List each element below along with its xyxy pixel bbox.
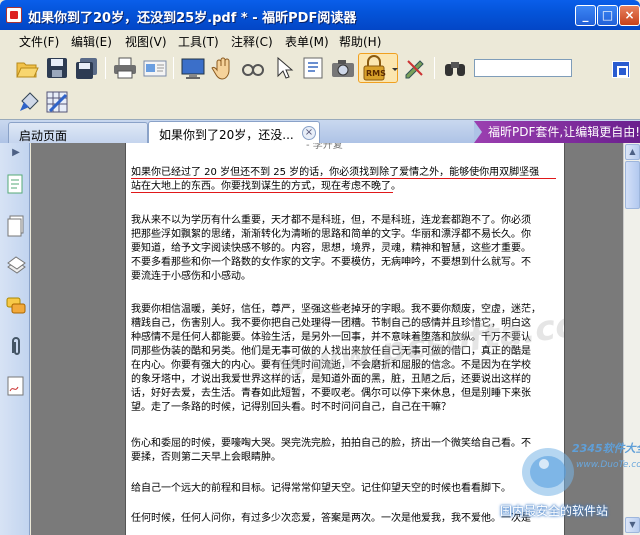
menu-help[interactable]: 帮助(H)	[339, 33, 381, 50]
promo-banner[interactable]: 福昕PDF套件,让编辑更自由!	[474, 121, 640, 143]
text-annotation[interactable]: 如果你已经过了 20 岁但还不到 25 岁的话，你必须找到除了爱情之外，能够使你…	[131, 167, 563, 197]
logo-url: www.DuoTe.com	[576, 460, 640, 470]
text-line: 望。走了一条路的时候，记得别回头看。时不时问问自己，自己在干嘛？	[131, 402, 451, 413]
menu-bar: 文件(F) 编辑(E) 视图(V) 工具(T) 注释(C) 表单(M) 帮助(H…	[0, 30, 640, 78]
page-thumbnails-icon[interactable]	[6, 173, 26, 195]
window-title: 如果你到了20岁，还没到25岁.pdf * - 福昕PDF阅读器	[28, 11, 357, 26]
text-line: 不要多看那些和你一个路数的女作家的文字。不要模仿，无病呻吟，不要想到什么就写。不	[131, 257, 531, 268]
document-tab-bar: 启动页面 如果你到了20岁，还没... × 福昕PDF套件,让编辑更自由!	[0, 119, 640, 144]
app-window: 如果你到了20岁，还没到25岁.pdf * - 福昕PDF阅读器 _ □ × 文…	[0, 0, 640, 535]
pages-icon[interactable]	[6, 215, 26, 237]
grid-pattern-icon[interactable]	[44, 89, 70, 115]
text-line: 我从来不以为学历有什么重要，天才都不是科班，但，不是科班，连龙套都跑不了。你必须	[131, 215, 531, 226]
menu-file[interactable]: 文件(F)	[19, 33, 59, 50]
secondary-toolbar	[0, 86, 640, 118]
tab-document-label: 如果你到了20岁，还没...	[159, 128, 294, 142]
pdf-page: - 李开复 如果你已经过了 20 岁但还不到 25 岁的话，你必须找到除了爱情之…	[125, 143, 565, 535]
select-arrow-icon[interactable]	[270, 55, 296, 81]
text-line: 话，好好去爱，去生活。青春如此短暂，不要叹老。偶尔可以停下来休息，但是别睡下来张	[131, 388, 531, 399]
sign-pen-icon[interactable]	[402, 55, 428, 81]
menu-view[interactable]: 视图(V)	[125, 33, 167, 50]
close-button[interactable]: ×	[619, 5, 640, 26]
text-line: 要揉，否则第二天早上会眼睛肿。	[131, 452, 281, 463]
print-icon[interactable]	[112, 55, 138, 81]
header-fragment: - 李开复	[306, 143, 343, 151]
attachments-paperclip-icon[interactable]	[6, 335, 26, 357]
binoculars-search-icon[interactable]	[442, 55, 468, 81]
logo-brand: 2345软件大全	[572, 442, 640, 455]
close-tab-icon[interactable]: ×	[302, 126, 316, 140]
pdf-app-icon[interactable]	[6, 7, 22, 23]
menu-comment[interactable]: 注释(C)	[231, 33, 273, 50]
email-icon[interactable]	[142, 55, 168, 81]
text-line: 要知道，给予文字阅读快感不够的。内容，思想，境界，灵魂，精神和智慧，这些才重要。	[131, 243, 531, 254]
text-line: 任何时候，任何人问你，有过多少次恋爱，答案是两次。一次是他爱我，我不爱他。一次是	[131, 513, 531, 524]
logo-slogan: 国内最安全的软件站	[500, 504, 609, 518]
fill-bucket-icon[interactable]	[16, 89, 42, 115]
rms-lock-button[interactable]: RMS	[358, 53, 398, 83]
main-toolbar: RMS	[0, 51, 640, 85]
title-bar[interactable]: 如果你到了20岁，还没到25岁.pdf * - 福昕PDF阅读器 _ □ ×	[0, 0, 640, 30]
minimize-button[interactable]: _	[575, 5, 596, 26]
hand-tool-icon[interactable]	[210, 55, 236, 81]
panel-expand-arrow-icon[interactable]: ▶	[6, 147, 26, 169]
tab-start-page-label: 启动页面	[19, 129, 68, 143]
menu-tools[interactable]: 工具(T)	[178, 33, 219, 50]
maximize-button[interactable]: □	[597, 5, 618, 26]
zoom-glasses-icon[interactable]	[240, 55, 266, 81]
menu-edit[interactable]: 编辑(E)	[71, 33, 112, 50]
search-input[interactable]	[474, 59, 572, 77]
site-watermark-logo: 2345软件大全 www.DuoTe.com 国内最安全的软件站	[500, 432, 640, 532]
text-line: 伤心和委屈的时候，要嚎啕大哭。哭完洗完脸，拍拍自己的脸，挤出一个微笑给自己看。不	[131, 438, 531, 449]
scroll-up-arrow-icon[interactable]: ▲	[625, 144, 640, 160]
navigation-panel: ▶	[0, 143, 30, 535]
underline-mark	[131, 192, 393, 193]
text-line: 要流连于小感伤和小感动。	[131, 271, 251, 282]
signatures-icon[interactable]	[6, 375, 26, 397]
snapshot-camera-icon[interactable]	[330, 55, 356, 81]
comments-icon[interactable]	[6, 295, 26, 317]
underline-mark	[131, 178, 556, 179]
rms-label: RMS	[366, 69, 386, 78]
layers-icon[interactable]	[6, 255, 26, 277]
scroll-thumb[interactable]	[625, 161, 640, 209]
save-as-icon[interactable]	[74, 55, 100, 81]
text-select-icon[interactable]	[300, 55, 326, 81]
text-line: 我要你相信温暖，美好，信任，尊严，坚强这些老掉牙的字眼。我不要你颓废，空虚，迷茫…	[131, 304, 541, 315]
fullscreen-icon[interactable]	[180, 55, 206, 81]
text-line: 给自己一个远大的前程和目标。记得常常仰望天空。记住仰望天空的时候也看看脚下。	[131, 483, 511, 494]
menu-form[interactable]: 表单(M)	[285, 33, 329, 50]
save-icon[interactable]	[44, 55, 70, 81]
tab-start-page[interactable]: 启动页面	[8, 122, 148, 143]
tab-document[interactable]: 如果你到了20岁，还没... ×	[148, 121, 320, 144]
open-folder-icon[interactable]	[14, 55, 40, 81]
text-line: 把那些浮如飘絮的思绪，渐渐转化为清晰的思路和简单的文字。华丽和漂浮都不易长久。你	[131, 229, 531, 240]
